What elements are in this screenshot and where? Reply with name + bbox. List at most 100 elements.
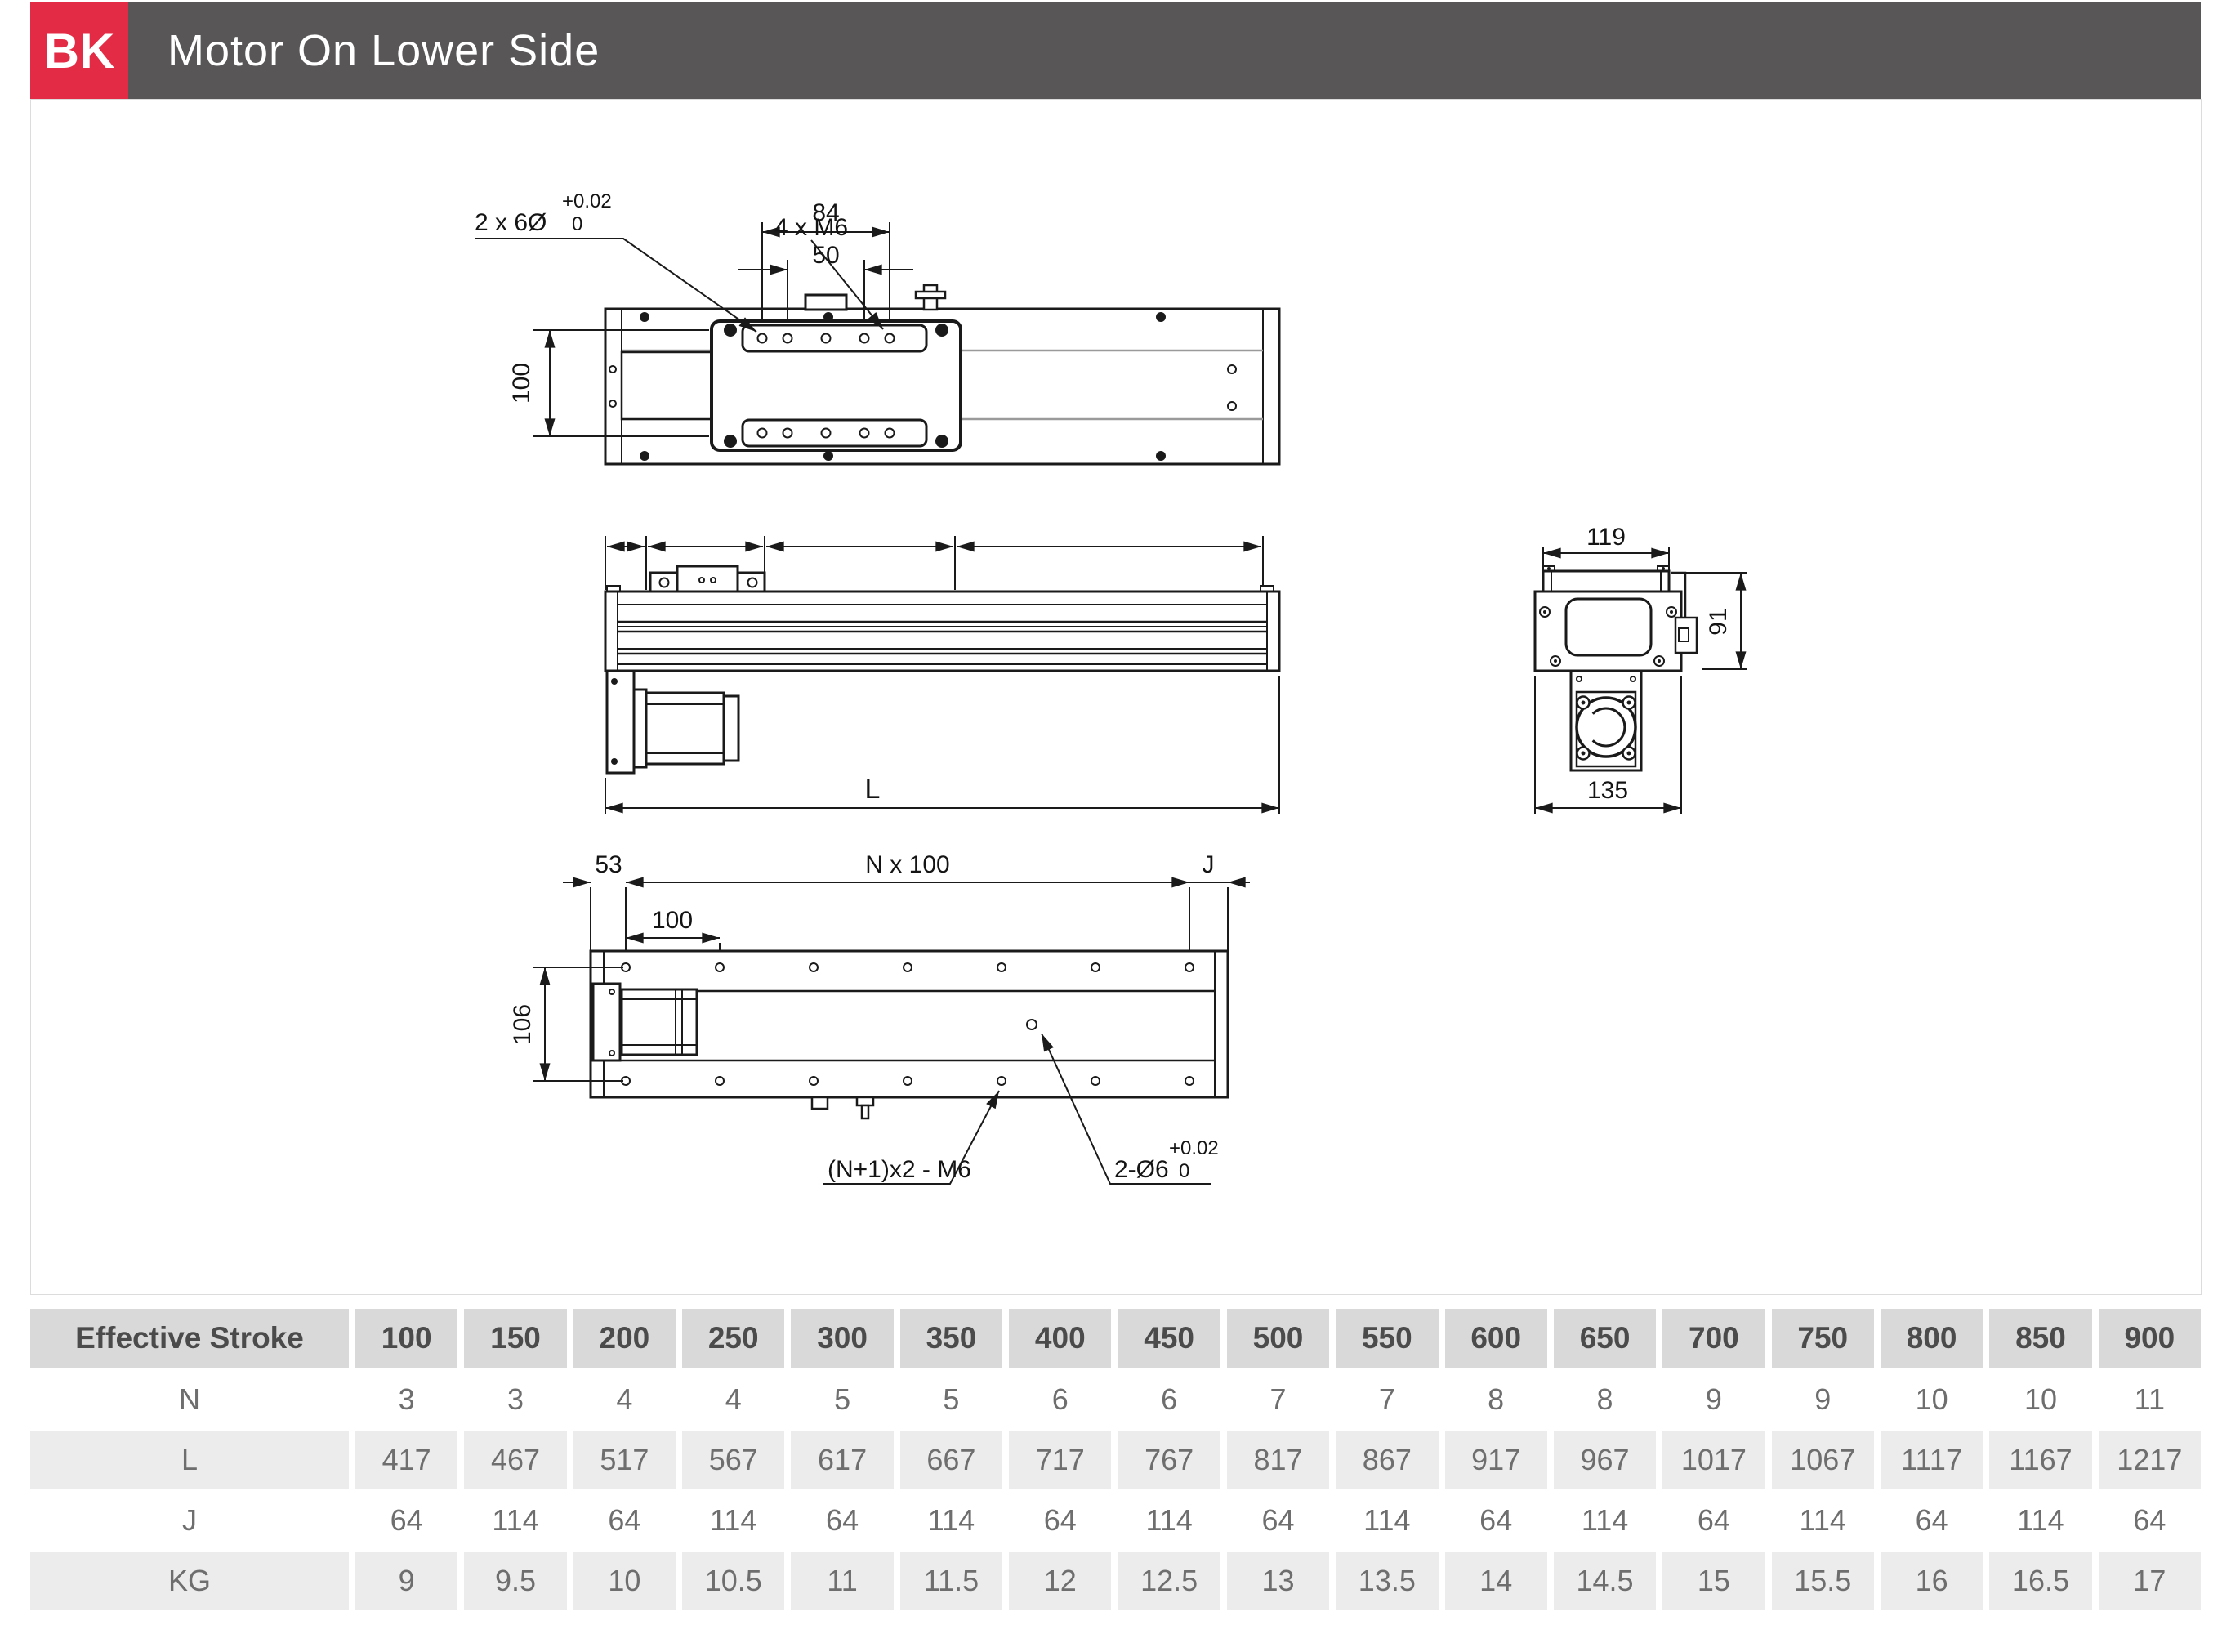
table-cell: 8 — [1444, 1370, 1547, 1428]
table-cell: 517 — [573, 1431, 676, 1489]
table-header-cell: 500 — [1226, 1309, 1330, 1368]
table-row-label: J — [30, 1491, 349, 1549]
page-title: Motor On Lower Side — [128, 2, 2201, 99]
dim-106-label: 106 — [509, 1004, 536, 1045]
series-badge: BK — [30, 2, 128, 99]
table-header-cell: 750 — [1771, 1309, 1874, 1368]
table-cell: 7 — [1336, 1370, 1439, 1428]
table-cell: 114 — [1989, 1491, 2092, 1549]
thread-note: 4 x M6 — [774, 214, 848, 241]
table-cell: 3 — [464, 1370, 567, 1428]
table-cell: 6 — [1009, 1370, 1112, 1428]
table-header-cell: 250 — [682, 1309, 785, 1368]
dowel-hole-note: 2 x 6Ø — [475, 209, 547, 236]
table-cell: 5 — [899, 1370, 1003, 1428]
table-cell: 12.5 — [1118, 1552, 1220, 1610]
table-cell: 64 — [1444, 1491, 1547, 1549]
table-row-label: KG — [30, 1552, 349, 1610]
table-cell: 1167 — [1989, 1431, 2092, 1489]
table-header-cell: 600 — [1444, 1309, 1547, 1368]
table-cell: 11 — [791, 1552, 894, 1610]
table-cell: 11.5 — [899, 1552, 1003, 1610]
table-header-cell: 900 — [2098, 1309, 2201, 1368]
technical-drawing: 84 50 2 x 6Ø +0.02 0 4 x M6 100 L 119 91… — [475, 190, 1747, 1185]
table-cell: 64 — [573, 1491, 676, 1549]
dim-135-label: 135 — [1587, 777, 1628, 804]
table-cell: 64 — [355, 1491, 458, 1549]
table-cell: 1217 — [2098, 1431, 2201, 1489]
mount-thread-note: (N+1)x2 - M6 — [828, 1156, 971, 1183]
table-row-label: N — [30, 1370, 349, 1428]
table-cell: 717 — [1009, 1431, 1112, 1489]
table-cell: 15 — [1662, 1552, 1765, 1610]
side-view: L — [604, 536, 1281, 814]
table-cell: 6 — [1118, 1370, 1220, 1428]
dim-L-label: L — [865, 774, 881, 805]
table-cell: 114 — [682, 1491, 785, 1549]
table-cell: 9 — [1771, 1370, 1874, 1428]
table-header-cell: 150 — [464, 1309, 567, 1368]
drawing-panel: 84 50 2 x 6Ø +0.02 0 4 x M6 100 L 119 91… — [30, 99, 2202, 1295]
table-header-cell: 550 — [1336, 1309, 1439, 1368]
table-cell: 114 — [1771, 1491, 1874, 1549]
table-header-cell: 200 — [573, 1309, 676, 1368]
table-cell: 114 — [1118, 1491, 1220, 1549]
dim-100-pitch-label: 100 — [652, 907, 693, 934]
table-cell: 467 — [464, 1431, 567, 1489]
table-cell: 10 — [1880, 1370, 1983, 1428]
dim-100-label: 100 — [508, 363, 535, 404]
table-cell: 64 — [1009, 1491, 1112, 1549]
end-view: 119 91 135 — [1533, 524, 1747, 814]
table-cell: 1017 — [1662, 1431, 1765, 1489]
table-cell: 114 — [1336, 1491, 1439, 1549]
table-cell: 64 — [1880, 1491, 1983, 1549]
table-cell: 817 — [1226, 1431, 1330, 1489]
table-cell: 867 — [1336, 1431, 1439, 1489]
dowel-hole-tol-zero: 0 — [572, 213, 582, 235]
table-cell: 13.5 — [1336, 1552, 1439, 1610]
table-cell: 967 — [1553, 1431, 1657, 1489]
table-cell: 12 — [1009, 1552, 1112, 1610]
table-cell: 14 — [1444, 1552, 1547, 1610]
dim-91-label: 91 — [1705, 608, 1732, 635]
table-cell: 8 — [1553, 1370, 1657, 1428]
table-cell: 5 — [791, 1370, 894, 1428]
title-bar: BK Motor On Lower Side — [30, 2, 2201, 99]
table-cell: 10.5 — [682, 1552, 785, 1610]
table-header-cell: 350 — [899, 1309, 1003, 1368]
top-view: 84 50 2 x 6Ø +0.02 0 4 x M6 100 — [475, 190, 1281, 466]
table-header-cell: 800 — [1880, 1309, 1983, 1368]
table-cell: 9.5 — [464, 1552, 567, 1610]
table-cell: 15.5 — [1771, 1552, 1874, 1610]
stroke-table: Effective Stroke 100 150 200 250 300 350 400 450… — [30, 1309, 2201, 1610]
dim-Nx100-label: N x 100 — [865, 851, 949, 878]
table-row-label: L — [30, 1431, 349, 1489]
table-header-cell: 300 — [791, 1309, 894, 1368]
dim-53-label: 53 — [595, 851, 622, 878]
dim-J-label: J — [1203, 851, 1215, 878]
table-cell: 64 — [1662, 1491, 1765, 1549]
locate-hole-tol-plus: +0.02 — [1169, 1137, 1219, 1159]
locate-hole-note: 2-Ø6 — [1114, 1156, 1169, 1183]
dowel-hole-tol-plus: +0.02 — [562, 190, 612, 212]
table-cell: 617 — [791, 1431, 894, 1489]
table-cell: 114 — [464, 1491, 567, 1549]
table-cell: 917 — [1444, 1431, 1547, 1489]
table-cell: 13 — [1226, 1552, 1330, 1610]
table-header-cell: 700 — [1662, 1309, 1765, 1368]
table-cell: 9 — [1662, 1370, 1765, 1428]
table-cell: 114 — [1553, 1491, 1657, 1549]
table-header-cell: 400 — [1009, 1309, 1112, 1368]
table-cell: 10 — [573, 1552, 676, 1610]
table-cell: 64 — [2098, 1491, 2201, 1549]
table-header-cell: 650 — [1553, 1309, 1657, 1368]
table-cell: 11 — [2098, 1370, 2201, 1428]
table-cell: 17 — [2098, 1552, 2201, 1610]
table-header-cell: 450 — [1118, 1309, 1220, 1368]
locate-hole-tol-zero: 0 — [1179, 1160, 1189, 1182]
table-header-cell: 850 — [1989, 1309, 2092, 1368]
table-cell: 417 — [355, 1431, 458, 1489]
table-header-label: Effective Stroke — [30, 1309, 349, 1368]
table-cell: 14.5 — [1553, 1552, 1657, 1610]
table-cell: 64 — [791, 1491, 894, 1549]
